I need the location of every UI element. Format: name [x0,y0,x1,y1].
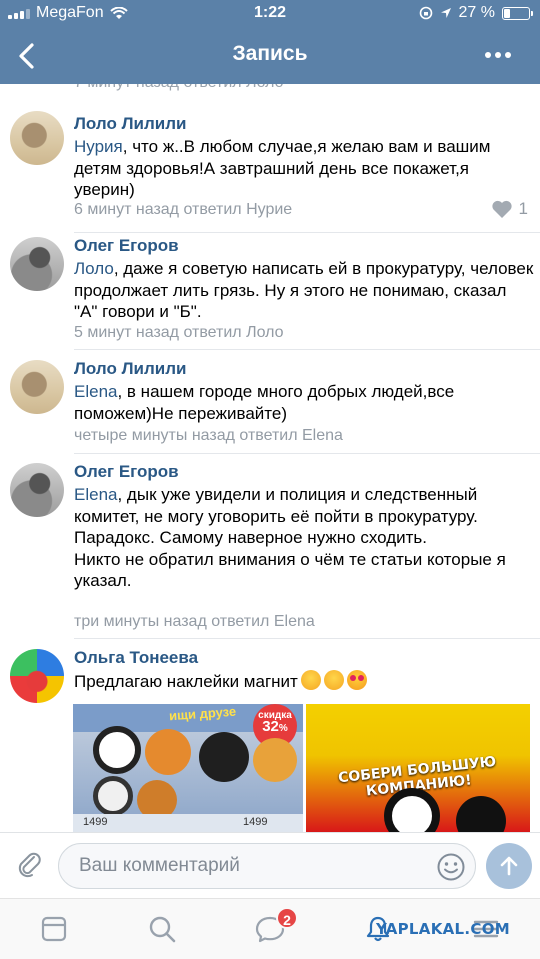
status-bar: MegaFon 1:22 27 % [0,0,540,28]
comment-body: , дык уже увидели и полиция и следственн… [74,485,506,590]
toy-dragon [199,732,249,782]
comment-meta: 7 минут назад ответил Лоло [74,84,284,92]
send-button[interactable] [486,843,532,889]
divider [74,638,540,639]
search-icon [149,916,176,943]
tab-search[interactable] [144,911,180,947]
location-icon [440,8,451,18]
comment-item[interactable]: Лоло Лилили Elena, в нашем городе много … [0,358,540,454]
comment-text: Предлагаю наклейки магнит [74,670,534,693]
more-button[interactable] [478,38,518,72]
comment-meta[interactable]: 5 минут назад ответил Лоло [74,324,284,342]
divider [74,349,540,350]
dot-icon [505,52,511,58]
comment-body: , даже я советую написать ей в прокурату… [74,259,534,321]
mention-link[interactable]: Elena [74,485,117,504]
avatar[interactable] [10,360,64,414]
watermark-label: YAPLAKAL.COM [376,920,510,938]
divider [74,453,540,454]
comment-author[interactable]: Лоло Лилили [74,114,186,134]
comment-author[interactable]: Ольга Тонеева [74,648,198,668]
attach-button[interactable] [14,849,46,881]
battery-percent: 27 % [458,4,495,21]
comment-input[interactable] [58,843,476,889]
heart-icon [491,200,512,218]
photo-label: 32 [262,718,279,735]
smile-emoji-icon [323,670,344,690]
toy-panda [384,788,440,832]
comment-author[interactable]: Лоло Лилили [74,359,186,379]
mention-link[interactable]: Elena [74,382,117,401]
arrow-up-icon [500,856,518,876]
photo-label: % [278,723,288,734]
comment-text: Нурия, что ж..В любом случае,я желаю вам… [74,136,534,201]
toy-panda [93,776,133,816]
comment-meta[interactable]: три минуты назад ответил Elena [74,613,315,631]
battery-icon [502,6,533,20]
comment-body: , в нашем городе много добрых людей,все … [74,382,455,423]
comment-author[interactable]: Олег Егоров [74,462,179,482]
comment-meta[interactable]: четыре минуты назад ответил Elena [74,427,343,445]
mention-link[interactable]: Лоло [74,259,114,278]
avatar[interactable] [10,649,64,703]
comment-composer [0,832,540,898]
toy-lion [253,738,297,782]
toy-dragon [456,796,506,832]
toy-panda [93,726,141,774]
messages-badge: 2 [276,907,298,929]
comment-item[interactable]: Олег Егоров Лоло, даже я советую написат… [0,235,540,350]
tab-bar: 2 YAPLAKAL.COM [0,898,540,959]
mention-link[interactable]: Нурия [74,137,123,156]
avatar[interactable] [10,237,64,291]
attached-photo[interactable]: СОБЕРИ БОЛЬШУЮ КОМПАНИЮ! [306,704,530,832]
comments-feed[interactable]: 7 минут назад ответил Лоло Лоло Лилили Н… [0,84,540,832]
paperclip-icon [18,852,41,878]
comment-author[interactable]: Олег Егоров [74,236,179,256]
page-title: Запись [232,42,308,65]
attached-photo[interactable]: ищи друзе скидка 32% 1499 1499 [73,704,303,832]
comment-item[interactable]: Лоло Лилили Нурия, что ж..В любом случае… [0,111,540,233]
comment-meta[interactable]: 6 минут назад ответил Нурие [74,201,292,219]
dot-icon [485,52,491,58]
price-tag: 1499 [243,816,268,828]
price-tag: 1499 [83,816,108,828]
toy-cat [145,729,191,775]
comment-item[interactable]: Олег Егоров Elena, дык уже увидели и пол… [0,461,540,639]
like-button[interactable]: 1 [491,199,528,219]
like-count: 1 [518,199,528,218]
emoji-button[interactable] [436,852,466,882]
avatar[interactable] [10,111,64,165]
relieved-emoji-icon [300,670,321,690]
chevron-left-icon [19,43,34,69]
smiley-icon [437,853,465,881]
navbar: Запись [0,30,540,80]
heart-eyes-emoji-icon [346,670,367,690]
comment-text: Лоло, даже я советую написать ей в проку… [74,258,534,323]
comment-body: Предлагаю наклейки магнит [74,672,298,691]
dot-icon [495,52,501,58]
avatar[interactable] [10,463,64,517]
back-button[interactable] [10,36,50,76]
comment-body: , что ж..В любом случае,я желаю вам и ва… [74,137,491,199]
comment-text: Elena, дык уже увидели и полиция и следс… [74,484,534,592]
divider [74,232,540,233]
news-icon [41,916,67,942]
header: MegaFon 1:22 27 % Запись [0,0,540,84]
comment-text: Elena, в нашем городе много добрых людей… [74,381,534,424]
tab-news[interactable] [36,911,72,947]
lock-rotation-icon [419,6,432,20]
